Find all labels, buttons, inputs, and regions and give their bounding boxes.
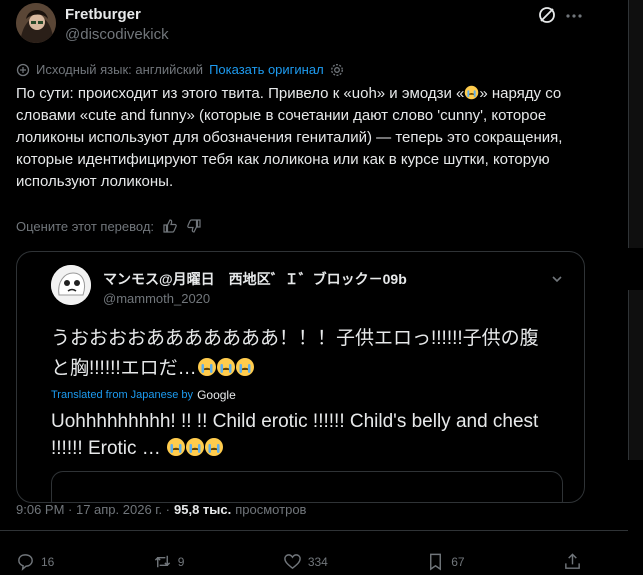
quoted-translated-text: Uohhhhhhhhh! !! !! Child erotic !!!!!! C…	[51, 408, 561, 462]
bookmark-icon	[426, 552, 445, 571]
repost-icon	[153, 552, 172, 571]
grok-icon[interactable]	[537, 5, 557, 25]
nested-card[interactable]	[51, 471, 563, 502]
bookmark-count: 67	[451, 554, 465, 569]
reply-button[interactable]: 16	[16, 552, 54, 571]
crying-emoji-icon	[197, 357, 216, 376]
quoted-tweet-card[interactable]: マンモス@月曜日 西地区゛Ｉ゛ブロック－09b @mammoth_2020 うお…	[16, 251, 585, 503]
crying-emoji-icon	[185, 437, 205, 456]
tweet-meta: 9:06 PM · 17 апр. 2026 г. · 95,8 тыс. пр…	[16, 502, 306, 517]
quoted-author-handle[interactable]: @mammoth_2020	[103, 291, 210, 306]
translation-notice: Исходный язык: английский Показать ориги…	[16, 62, 344, 77]
translated-by-label[interactable]: Translated from Japanese by	[51, 389, 193, 401]
share-icon	[563, 552, 582, 571]
rate-translation: Оцените этот перевод:	[16, 218, 202, 234]
translate-icon	[16, 63, 30, 77]
tweet-text-part-1: По сути: происходит из этого твита. Прив…	[16, 85, 465, 102]
share-button[interactable]	[563, 552, 582, 571]
rate-translation-label: Оцените этот перевод:	[16, 218, 155, 234]
source-language: Исходный язык: английский	[36, 62, 204, 77]
reply-icon	[16, 552, 35, 571]
crying-emoji-icon	[235, 357, 254, 376]
like-count: 334	[307, 554, 328, 569]
views-label: просмотров	[235, 502, 307, 517]
views-count: 95,8 тыс.	[174, 502, 232, 517]
author-name[interactable]: Fretburger	[65, 6, 141, 23]
bookmark-button[interactable]: 67	[426, 552, 465, 571]
settings-icon[interactable]	[330, 63, 344, 77]
action-bar: 16 9 334 67	[16, 552, 582, 571]
divider	[0, 530, 628, 531]
quoted-avatar[interactable]	[51, 265, 91, 305]
like-icon	[283, 552, 302, 571]
quoted-author-name[interactable]: マンモス@月曜日 西地区゛Ｉ゛ブロック－09b	[103, 269, 407, 289]
like-button[interactable]: 334	[283, 552, 328, 571]
repost-button[interactable]: 9	[153, 552, 185, 571]
quoted-original-text: うおおおおあああああああ！！！子供エロっ!!!!!!子供の腹と胸!!!!!!エロ…	[51, 324, 551, 384]
more-icon[interactable]	[564, 6, 584, 26]
thumbs-down-icon[interactable]	[186, 218, 202, 234]
translator-name: Google	[197, 388, 236, 402]
chevron-down-icon[interactable]	[550, 272, 564, 286]
avatar[interactable]	[16, 3, 56, 43]
scrollbar-rail[interactable]	[628, 0, 643, 248]
show-original-link[interactable]: Показать оригинал	[209, 62, 324, 77]
author-handle[interactable]: @discodivekick	[65, 26, 169, 43]
tweet-timestamp[interactable]: 9:06 PM · 17 апр. 2026 г. ·	[16, 502, 170, 517]
crying-emoji-icon	[464, 85, 479, 100]
crying-emoji-icon	[216, 357, 235, 376]
quoted-original-text-value: うおおおおあああああああ！！！子供エロっ!!!!!!子供の腹と胸!!!!!!エロ…	[51, 328, 539, 379]
thumbs-up-icon[interactable]	[162, 218, 178, 234]
scrollbar-rail-lower[interactable]	[628, 290, 643, 460]
crying-emoji-icon	[166, 437, 186, 456]
quoted-translated-text-value: Uohhhhhhhhh! !! !! Child erotic !!!!!! C…	[51, 411, 539, 459]
crying-emoji-icon	[204, 437, 224, 456]
reply-count: 16	[41, 554, 55, 569]
tweet-text: По сути: происходит из этого твита. Прив…	[16, 83, 591, 193]
translated-by: Translated from Japanese by Google	[51, 388, 236, 402]
repost-count: 9	[177, 554, 185, 569]
